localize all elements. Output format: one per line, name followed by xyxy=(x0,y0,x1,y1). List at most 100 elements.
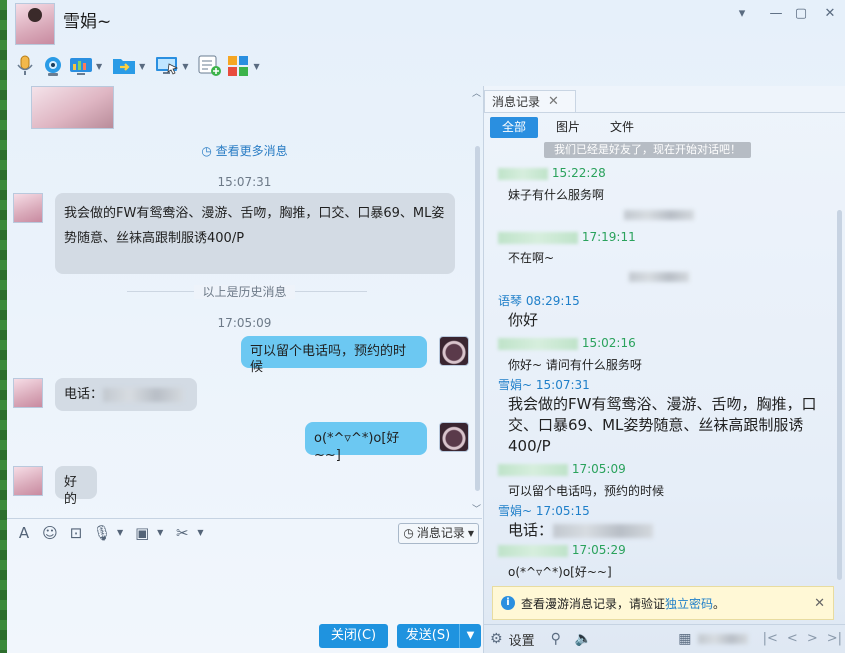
chevron-down-icon[interactable]: ▼ xyxy=(157,528,163,537)
avatar[interactable] xyxy=(13,466,43,496)
sender-name: 语琴 xyxy=(498,294,523,308)
microphone-icon xyxy=(13,55,37,77)
app-chart-icon xyxy=(69,55,93,77)
history-message: o(*^▿^*)o[好~~] xyxy=(508,565,612,579)
filter-images[interactable]: 图片 xyxy=(544,117,592,138)
font-icon[interactable]: A xyxy=(13,524,35,542)
scroll-thumb[interactable] xyxy=(475,146,480,491)
chat-toolbar: ▼ ▼ ▼ ▼ xyxy=(13,52,266,80)
history-divider-label: 以上是历史消息 xyxy=(194,285,295,299)
view-more-link[interactable]: ◷ 查看更多消息 xyxy=(7,142,482,159)
avatar[interactable] xyxy=(13,193,43,223)
send-label: 发送(S) xyxy=(405,628,451,643)
app-button[interactable]: ▼ xyxy=(69,52,108,80)
send-button[interactable]: 发送(S) ▼ xyxy=(397,624,481,648)
redacted-date xyxy=(629,272,689,282)
chevron-down-icon[interactable]: ▼ xyxy=(197,528,203,537)
message-scrollbar[interactable]: ︿ ﹀ xyxy=(472,86,482,516)
message-text: 电话： xyxy=(508,521,554,539)
history-message: 你好 xyxy=(508,311,539,329)
history-sender: 雪娟~ 17:05:15 xyxy=(498,502,590,519)
maximize-icon[interactable]: ▢ xyxy=(792,6,810,21)
settings-button[interactable]: 设置 xyxy=(509,630,535,649)
verify-password-link[interactable]: 独立密码 xyxy=(665,597,713,611)
tab-message-history[interactable]: 消息记录 ✕ xyxy=(492,90,559,112)
message-bubble: 我会做的FW有鸳鸯浴、漫游、舌吻，胸推，口交、口暴69、ML姿势随意、丝袜高跟制… xyxy=(55,193,455,274)
webcam-icon xyxy=(41,55,65,77)
search-icon[interactable]: ⚲ xyxy=(551,631,561,647)
add-message-icon xyxy=(198,55,222,77)
first-page-icon[interactable]: |< xyxy=(763,631,778,646)
next-page-icon[interactable]: > xyxy=(807,631,818,646)
history-time: 15:02:16 xyxy=(581,336,636,350)
history-divider: 以上是历史消息 xyxy=(7,283,482,300)
history-time: 15:22:28 xyxy=(551,166,606,180)
redacted-date xyxy=(624,210,694,220)
history-sender: 17:19:11 xyxy=(498,230,636,244)
apps-button[interactable]: ▼ xyxy=(226,52,265,80)
chevron-down-icon: ▼ xyxy=(96,61,103,71)
close-icon[interactable]: ✕ xyxy=(821,6,839,21)
info-icon: i xyxy=(501,596,515,610)
emoji-icon[interactable]: ☺ xyxy=(39,524,61,542)
voice-call-button[interactable] xyxy=(13,52,37,80)
contact-name[interactable]: 雪娟~ xyxy=(63,7,111,32)
history-sender: 15:22:28 xyxy=(498,166,606,180)
calendar-icon[interactable]: ▦ xyxy=(678,631,691,647)
message-area: ◷ 查看更多消息 15:07:31 我会做的FW有鸳鸯浴、漫游、舌吻，胸推，口交… xyxy=(7,86,482,518)
history-panel: 消息记录 ✕ 全部 图片 文件 我们已经是好友了，现在开始对话吧！ 15:22:… xyxy=(483,86,845,653)
scroll-thumb[interactable] xyxy=(837,210,842,580)
history-time: 08:29:15 xyxy=(525,294,580,308)
close-button[interactable]: 关闭(C) xyxy=(319,624,388,648)
avatar[interactable] xyxy=(13,378,43,408)
create-discussion-button[interactable] xyxy=(198,52,222,80)
avatar[interactable] xyxy=(439,336,469,366)
chevron-down-icon[interactable]: ▼ xyxy=(117,528,123,537)
prev-page-icon[interactable]: < xyxy=(787,631,798,646)
video-call-button[interactable] xyxy=(41,52,65,80)
tab-label: 消息记录 xyxy=(492,94,541,109)
history-message: 可以留个电话吗，预约的时候 xyxy=(508,484,665,498)
notice-label: 查看漫游消息记录，请验证 xyxy=(521,596,666,611)
send-options-icon[interactable]: ▼ xyxy=(459,624,481,648)
voice-icon[interactable]: 🎙 xyxy=(91,524,113,542)
remote-desktop-icon xyxy=(155,55,179,77)
redacted-name xyxy=(498,231,578,244)
screenshot-icon[interactable]: ⊡ xyxy=(65,524,87,542)
image-icon[interactable]: ▣ xyxy=(131,524,153,542)
divider xyxy=(484,112,845,113)
avatar[interactable] xyxy=(439,422,469,452)
history-scrollbar[interactable] xyxy=(835,144,844,584)
filter-all[interactable]: 全部 xyxy=(490,117,539,138)
scroll-down-icon[interactable]: ﹀ xyxy=(472,502,481,515)
contact-avatar[interactable] xyxy=(15,3,55,45)
chevron-down-icon: ▼ xyxy=(182,61,189,71)
redacted-name xyxy=(498,167,548,180)
history-time: 17:19:11 xyxy=(581,230,636,244)
history-time: 17:05:15 xyxy=(535,504,590,518)
redacted-name xyxy=(498,337,578,350)
scissors-icon[interactable]: ✂ xyxy=(171,524,193,542)
minimize-icon[interactable]: — xyxy=(767,6,785,21)
clock-icon: ◷ xyxy=(403,526,414,540)
scroll-up-icon[interactable]: ︿ xyxy=(472,86,481,99)
gear-icon[interactable]: ⚙ xyxy=(490,631,503,647)
date-separator xyxy=(484,208,834,221)
chat-header: 雪娟~ ▾ — ▢ ✕ ▼ ▼ ▼ ▼ xyxy=(7,0,845,86)
dropdown-icon[interactable]: ▾ xyxy=(733,6,751,21)
history-time: 15:07:31 xyxy=(535,378,590,392)
notice-text: 查看漫游消息记录，请验证独立密码。 xyxy=(521,595,725,612)
file-transfer-button[interactable]: ▼ xyxy=(112,52,151,80)
speaker-icon[interactable]: 🔈 xyxy=(575,631,592,647)
remote-assist-button[interactable]: ▼ xyxy=(155,52,194,80)
last-page-icon[interactable]: >| xyxy=(827,631,842,646)
filter-files[interactable]: 文件 xyxy=(598,117,646,138)
close-notice-icon[interactable]: ✕ xyxy=(814,596,825,611)
message-bubble: 好的 xyxy=(55,466,97,507)
chevron-down-icon: ▼ xyxy=(253,61,260,71)
close-tab-icon[interactable]: ✕ xyxy=(548,94,559,109)
shared-image[interactable] xyxy=(31,86,114,129)
message-history-button[interactable]: ◷ 消息记录 ▼ xyxy=(398,523,479,544)
message-bubble: 电话： xyxy=(55,378,197,411)
message-input[interactable] xyxy=(7,546,482,621)
